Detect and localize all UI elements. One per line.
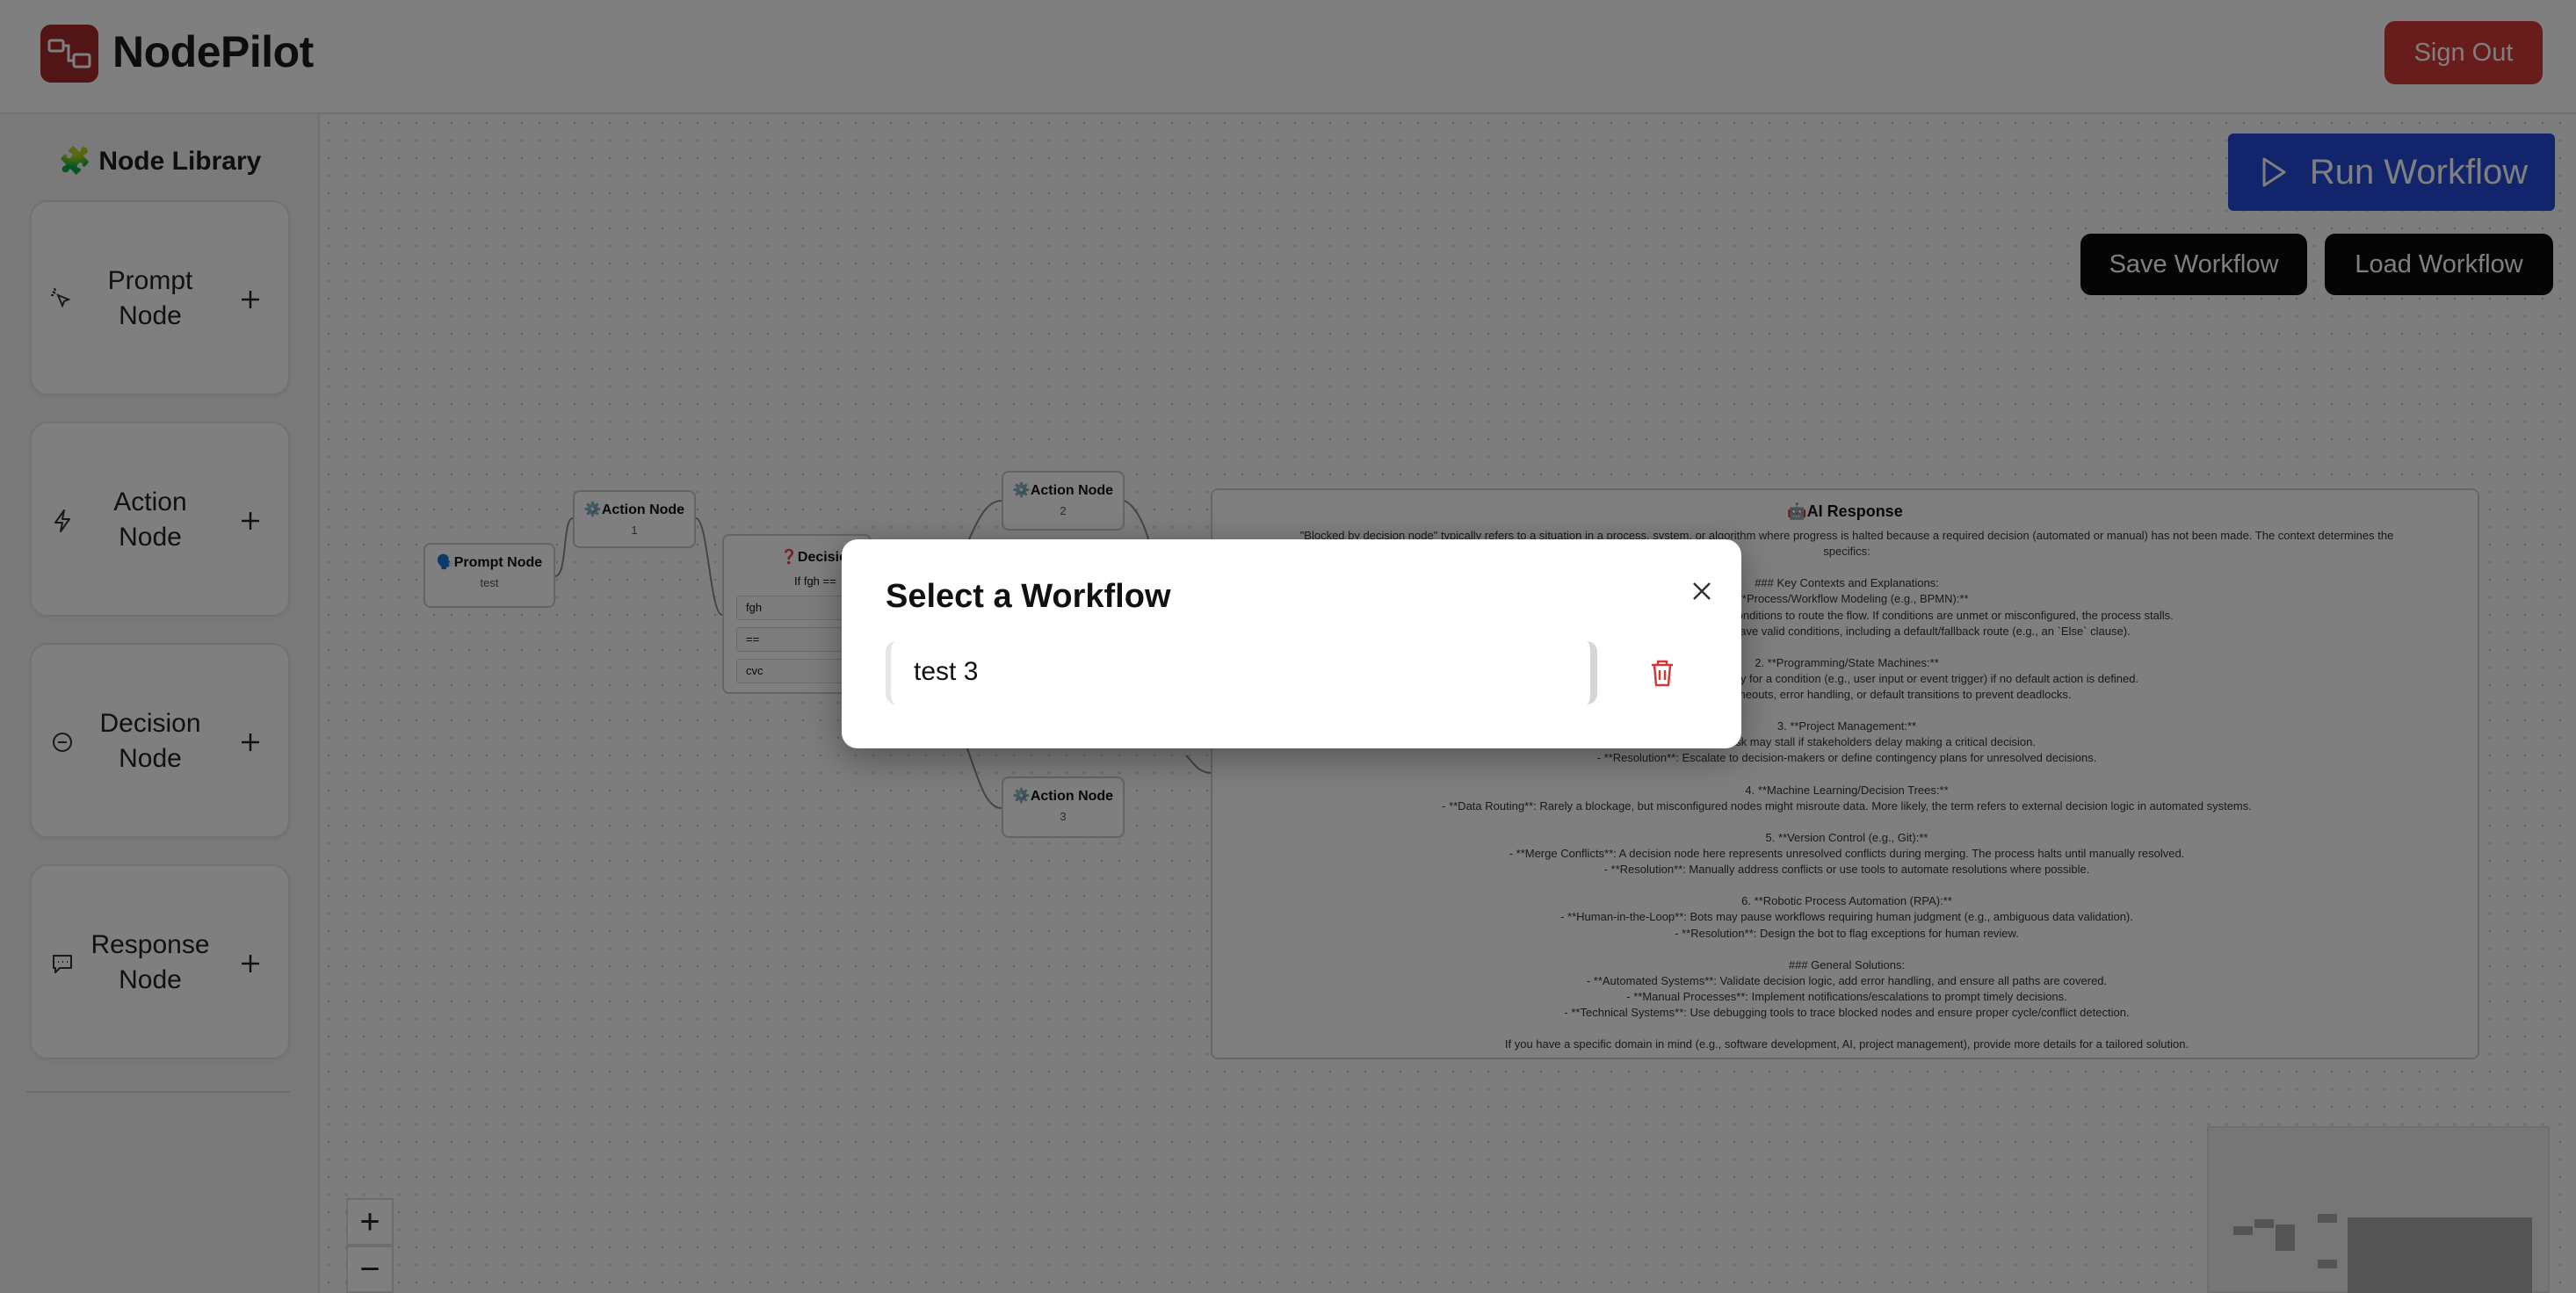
select-workflow-modal: Select a Workflow test 3 <box>842 539 1741 748</box>
close-icon[interactable] <box>1682 571 1722 611</box>
trash-icon[interactable] <box>1645 655 1680 690</box>
modal-title: Select a Workflow <box>886 578 1171 615</box>
workflow-list-item[interactable]: test 3 <box>886 641 1597 704</box>
